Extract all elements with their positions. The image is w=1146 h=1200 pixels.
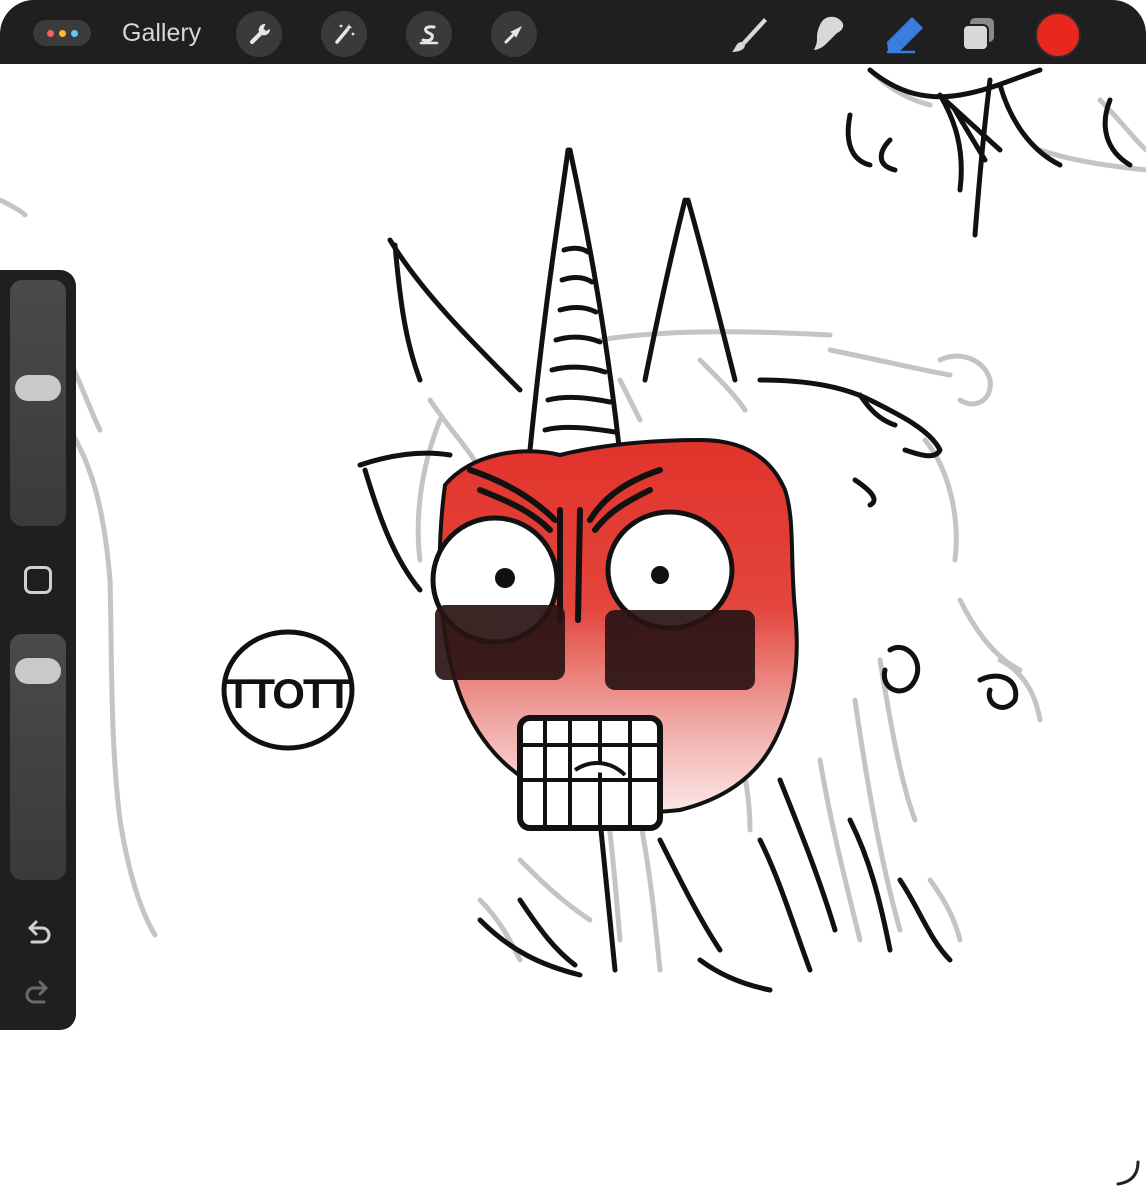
layers-button[interactable] [958,12,1002,56]
left-sidebar [0,270,76,1030]
undo-button[interactable] [18,912,58,952]
opacity-thumb[interactable] [15,658,61,684]
color-picker-button[interactable] [1035,12,1081,58]
modify-square-button[interactable] [24,566,52,594]
transform-arrow-icon [504,26,522,44]
brush-size-slider[interactable] [10,280,66,526]
brush-icon [732,18,767,52]
mouth [517,715,663,831]
speech-bubble-text: TTOTT [226,670,353,717]
dot-blue [70,29,78,37]
opacity-slider[interactable] [10,634,66,880]
dot-red [46,29,54,37]
artwork: TTOTT [0,67,1146,993]
gallery-button[interactable]: Gallery [122,18,201,48]
smudge-icon [814,16,844,50]
magic-wand-icon [335,24,355,44]
procreate-window: Gallery TTOTT [0,0,1146,1200]
redo-button[interactable] [18,972,58,1012]
actions-button[interactable] [236,11,282,57]
layers-icon [962,18,994,51]
top-toolbar: Gallery [0,0,1146,64]
eraser-button[interactable] [884,12,928,56]
dot-yellow [58,29,66,37]
wrench-icon [249,23,271,45]
eraser-icon [886,17,923,54]
redo-icon [25,980,48,1004]
menu-dots-button[interactable] [33,20,91,46]
adjustments-button[interactable] [321,11,367,57]
undo-icon [28,920,51,944]
transform-button[interactable] [491,11,537,57]
drawing-canvas[interactable]: TTOTT [0,64,1146,1200]
brush-size-thumb[interactable] [15,375,61,402]
selection-s-icon [419,25,439,45]
brush-button[interactable] [728,12,772,56]
corner-resize-icon[interactable] [1112,1158,1142,1188]
smudge-button[interactable] [806,12,850,56]
selection-button[interactable] [406,11,452,57]
